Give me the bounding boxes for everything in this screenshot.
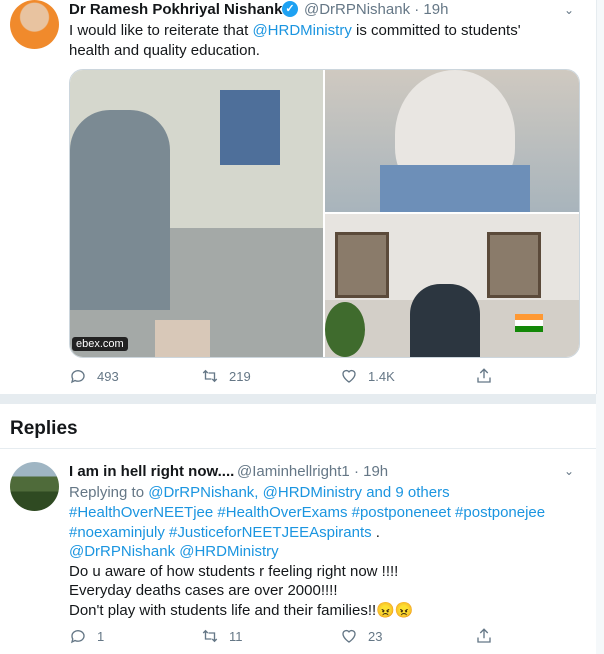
author-name[interactable]: Dr Ramesh Pokhriyal Nishank bbox=[69, 1, 282, 18]
person-figure bbox=[70, 110, 170, 310]
like-button[interactable]: 23 bbox=[340, 626, 382, 646]
author-avatar[interactable] bbox=[10, 0, 59, 49]
like-button[interactable]: 1.4K bbox=[340, 366, 395, 386]
plant bbox=[325, 302, 365, 357]
reply-line: Do u aware of how students r feeling rig… bbox=[69, 562, 399, 580]
reply-line: Don't play with students life and their … bbox=[69, 601, 414, 619]
share-icon bbox=[477, 628, 491, 643]
reply-line: Everyday deaths cases are over 2000!!!! bbox=[69, 582, 338, 599]
hashtag-links[interactable]: #HealthOverNEETjee #HealthOverExams #pos… bbox=[69, 504, 545, 521]
reply-button[interactable]: 1 bbox=[69, 626, 104, 646]
reply-count: 1 bbox=[97, 628, 105, 644]
verified-badge-icon: ✓ bbox=[282, 1, 298, 17]
reply-text: #HealthOverNEETjee #HealthOverExams #pos… bbox=[69, 503, 589, 620]
punctuation: . bbox=[371, 523, 380, 541]
like-count: 1.4K bbox=[368, 368, 395, 384]
retweet-icon bbox=[202, 629, 218, 643]
reply-author-name[interactable]: I am in hell right now.... bbox=[69, 463, 234, 480]
reply-count: 493 bbox=[97, 368, 119, 384]
person-figure bbox=[410, 284, 480, 357]
wall-poster bbox=[220, 90, 280, 165]
retweet-button[interactable]: 11 bbox=[201, 626, 243, 646]
reply-icon bbox=[70, 370, 85, 384]
share-icon bbox=[477, 368, 491, 383]
replying-prefix: Replying to bbox=[69, 484, 149, 501]
reply-icon bbox=[70, 630, 85, 644]
retweet-count: 11 bbox=[229, 628, 243, 644]
portrait-frame bbox=[487, 232, 541, 298]
person-shirt bbox=[380, 165, 530, 212]
mention-links[interactable]: @DrRPNishank @HRDMinistry bbox=[69, 543, 279, 560]
replying-targets-link[interactable]: @DrRPNishank, @HRDMinistry and 9 others bbox=[148, 484, 449, 501]
scrollbar[interactable] bbox=[596, 0, 604, 654]
divider-line bbox=[0, 448, 596, 449]
like-count: 23 bbox=[368, 628, 383, 644]
heart-icon bbox=[342, 629, 356, 643]
share-button[interactable] bbox=[475, 626, 493, 646]
heart-icon bbox=[342, 369, 356, 383]
reply-author-avatar[interactable] bbox=[10, 462, 59, 511]
retweet-button[interactable]: 219 bbox=[201, 366, 251, 386]
reply-author-handle-time[interactable]: @Iaminhellright1 · 19h bbox=[237, 463, 388, 480]
tweet-text-part: health and quality education. bbox=[69, 41, 260, 59]
media-watermark: ebex.com bbox=[72, 337, 128, 351]
main-tweet[interactable]: Dr Ramesh Pokhriyal Nishank ✓ @DrRPNisha… bbox=[0, 0, 597, 394]
reply-button[interactable]: 493 bbox=[69, 366, 119, 386]
section-divider bbox=[0, 394, 596, 404]
chevron-down-icon[interactable]: ⌄ bbox=[564, 4, 574, 16]
retweet-count: 219 bbox=[229, 368, 251, 384]
chevron-down-icon[interactable]: ⌄ bbox=[564, 465, 574, 477]
media-photo-left[interactable]: ebex.com bbox=[70, 70, 323, 357]
retweet-icon bbox=[202, 369, 218, 383]
portrait-frame bbox=[335, 232, 389, 298]
tweet-text: I would like to reiterate that @HRDMinis… bbox=[69, 21, 569, 60]
replies-heading: Replies bbox=[10, 418, 78, 439]
tweet-text-part: is committed to students' bbox=[351, 22, 521, 39]
media-photo-top-right[interactable] bbox=[325, 70, 579, 212]
replying-to: Replying to @DrRPNishank, @HRDMinistry a… bbox=[69, 483, 589, 503]
tweet-text-part: I would like to reiterate that bbox=[69, 22, 253, 39]
flag bbox=[515, 314, 543, 332]
reply-actions: 1 11 23 bbox=[69, 626, 569, 646]
tweet-media-grid[interactable]: ebex.com bbox=[69, 69, 580, 358]
media-photo-bottom-right[interactable] bbox=[325, 214, 579, 357]
hashtag-links[interactable]: #noexaminjuly #JusticeforNEETJEEAspirant… bbox=[69, 524, 372, 541]
tweet-actions: 493 219 1.4K bbox=[69, 366, 569, 386]
mention-link[interactable]: @HRDMinistry bbox=[252, 22, 351, 39]
share-button[interactable] bbox=[475, 366, 493, 386]
author-handle-time[interactable]: @DrRPNishank · 19h bbox=[304, 1, 448, 18]
inset-video bbox=[155, 320, 210, 357]
